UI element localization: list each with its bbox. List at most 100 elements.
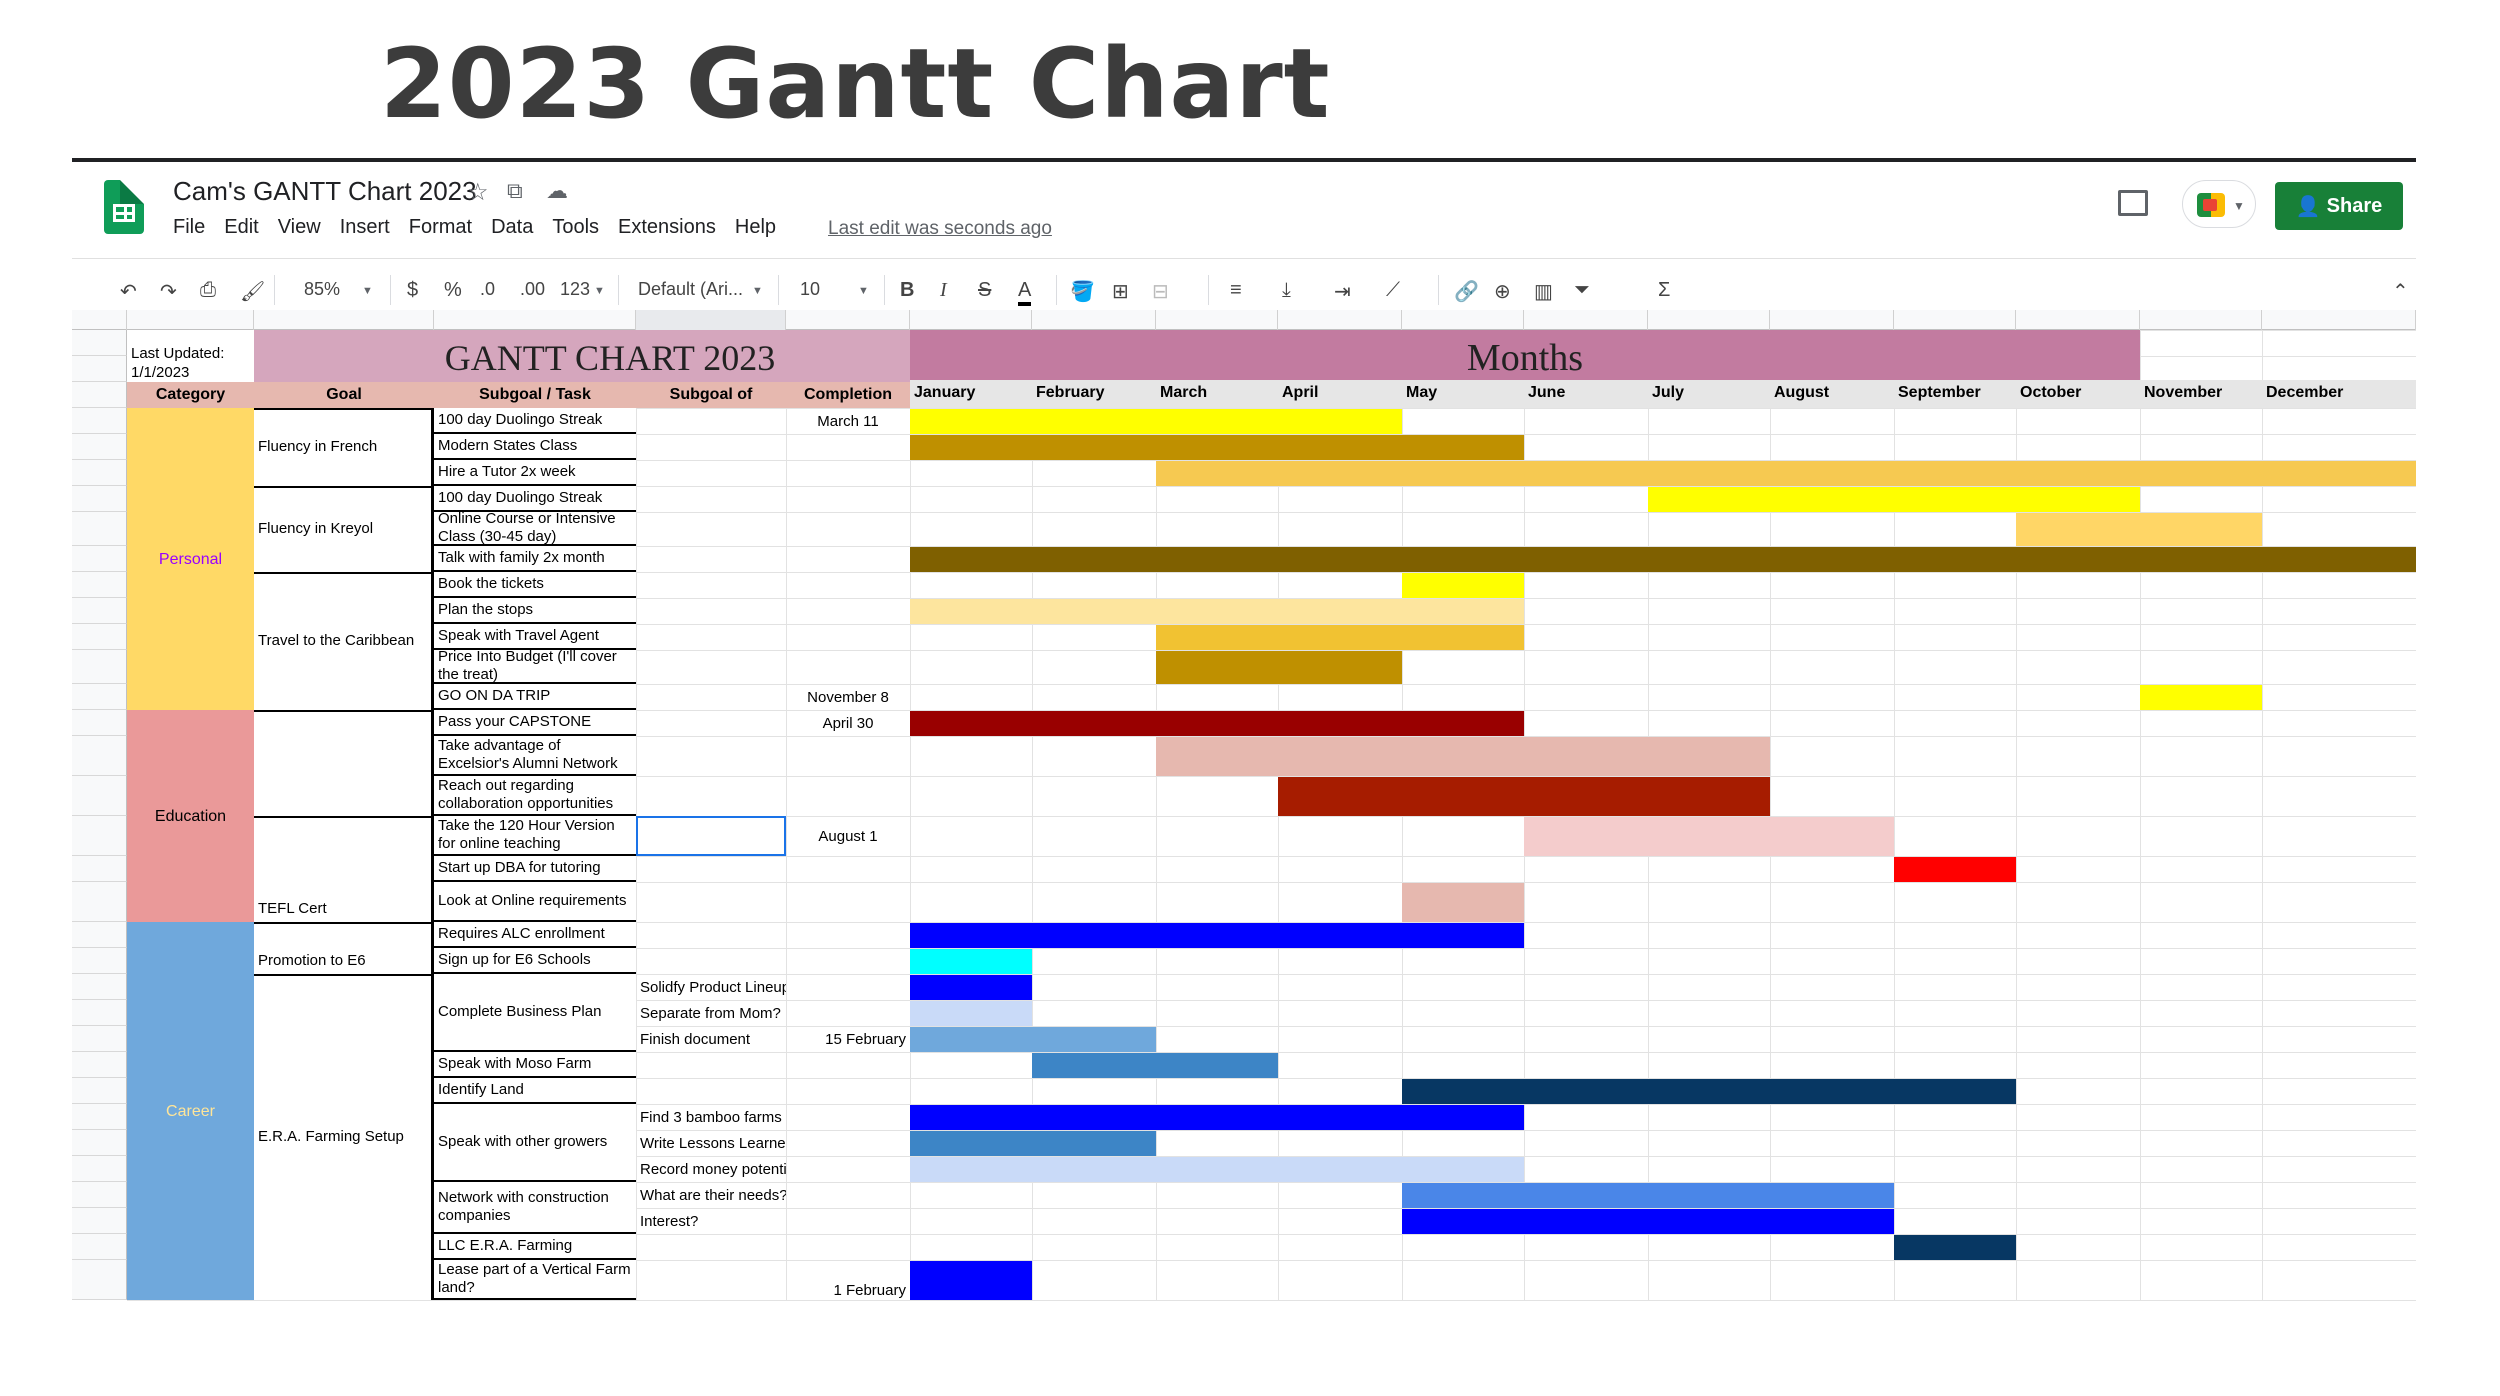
gantt-bar-row-8[interactable]	[2016, 513, 2262, 546]
column-header-j[interactable]	[1402, 310, 1524, 330]
gantt-bar-row-27[interactable]	[1402, 1079, 2016, 1104]
column-header-b[interactable]	[254, 310, 434, 330]
row-header-9[interactable]	[72, 546, 127, 572]
gantt-bar-row-19[interactable]	[1894, 857, 2016, 882]
gantt-bar-row-16[interactable]	[1156, 737, 1770, 776]
fill-color-icon[interactable]: 🪣	[1070, 279, 1095, 304]
menu-edit[interactable]: Edit	[224, 216, 258, 239]
row-header-23[interactable]	[72, 974, 127, 1000]
insert-chart-icon[interactable]: ▥	[1534, 279, 1553, 304]
menu-extensions[interactable]: Extensions	[618, 216, 716, 239]
merge-cells-icon[interactable]: ⊟	[1152, 279, 1169, 304]
print-icon[interactable]: ⎙	[200, 279, 216, 302]
column-header-o[interactable]	[2016, 310, 2140, 330]
row-header-20[interactable]	[72, 882, 127, 922]
gantt-bar-row-11[interactable]	[910, 599, 1524, 624]
bold-button[interactable]: B	[900, 279, 914, 302]
row-header-16[interactable]	[72, 736, 127, 776]
collapse-toolbar-icon[interactable]: ⌃	[2392, 279, 2409, 304]
column-header-q[interactable]	[2262, 310, 2416, 330]
insert-link-icon[interactable]: 🔗	[1454, 279, 1479, 304]
column-header-p[interactable]	[2140, 310, 2262, 330]
formats-caret-icon[interactable]: ▼	[594, 285, 605, 297]
column-header-f[interactable]	[910, 310, 1032, 330]
column-header-i[interactable]	[1278, 310, 1402, 330]
menu-tools[interactable]: Tools	[552, 216, 599, 239]
gantt-bar-row-24[interactable]	[910, 1001, 1032, 1026]
horizontal-align-icon[interactable]: ≡	[1230, 279, 1242, 302]
text-color-button[interactable]: A	[1018, 279, 1032, 306]
font-caret-icon[interactable]: ▼	[752, 285, 763, 297]
font-select[interactable]: Default (Ari...	[638, 279, 743, 300]
functions-button[interactable]: Σ	[1658, 279, 1670, 302]
row-header-14[interactable]	[72, 684, 127, 710]
filter-icon[interactable]: ⏷	[1574, 279, 1590, 302]
row-header-18[interactable]	[72, 816, 127, 856]
more-formats-button[interactable]: 123	[560, 279, 590, 300]
decrease-decimal-button[interactable]: .0	[480, 279, 495, 300]
row-header-25[interactable]	[72, 1026, 127, 1052]
insert-comment-icon[interactable]: ⊕	[1494, 279, 1511, 304]
gantt-bar-row-9[interactable]	[910, 547, 2416, 572]
gantt-bar-row-17[interactable]	[1278, 777, 1770, 816]
column-header-d[interactable]	[636, 310, 786, 330]
gantt-bar-row-34[interactable]	[910, 1261, 1032, 1300]
borders-icon[interactable]: ⊞	[1112, 279, 1129, 304]
row-header-15[interactable]	[72, 710, 127, 736]
row-header-2[interactable]	[72, 356, 127, 382]
gantt-bar-row-32[interactable]	[1402, 1209, 1894, 1234]
row-header-21[interactable]	[72, 922, 127, 948]
column-header-n[interactable]	[1894, 310, 2016, 330]
gantt-bar-row-33[interactable]	[1894, 1235, 2016, 1260]
row-header-12[interactable]	[72, 624, 127, 650]
select-all-corner[interactable]	[72, 310, 127, 330]
column-header-g[interactable]	[1032, 310, 1156, 330]
row-header-32[interactable]	[72, 1208, 127, 1234]
menu-help[interactable]: Help	[735, 216, 776, 239]
vertical-align-icon[interactable]: ⤓	[1282, 279, 1291, 302]
gantt-bar-row-12[interactable]	[1156, 625, 1524, 650]
menu-view[interactable]: View	[278, 216, 321, 239]
font-size-select[interactable]: 10	[800, 279, 820, 300]
star-icon[interactable]: ☆	[467, 178, 489, 207]
row-header-33[interactable]	[72, 1234, 127, 1260]
column-header-k[interactable]	[1524, 310, 1648, 330]
last-edit-link[interactable]: Last edit was seconds ago	[828, 218, 1052, 240]
row-header-4[interactable]	[72, 408, 127, 434]
redo-icon[interactable]: ↷	[160, 279, 177, 304]
gantt-bar-row-30[interactable]	[910, 1157, 1524, 1182]
row-header-17[interactable]	[72, 776, 127, 816]
zoom-select[interactable]: 85%	[304, 279, 340, 300]
increase-decimal-button[interactable]: .00	[520, 279, 545, 300]
italic-button[interactable]: I	[940, 279, 947, 302]
column-header-h[interactable]	[1156, 310, 1278, 330]
row-header-28[interactable]	[72, 1104, 127, 1130]
gantt-bar-row-10[interactable]	[1402, 573, 1524, 598]
gantt-bar-row-15[interactable]	[910, 711, 1524, 736]
gantt-bar-row-28[interactable]	[910, 1105, 1524, 1130]
row-header-19[interactable]	[72, 856, 127, 882]
sheets-logo-icon[interactable]	[104, 180, 144, 234]
strikethrough-button[interactable]: S	[978, 279, 991, 302]
undo-icon[interactable]: ↶	[120, 279, 137, 304]
row-header-7[interactable]	[72, 486, 127, 512]
row-header-29[interactable]	[72, 1130, 127, 1156]
row-header-6[interactable]	[72, 460, 127, 486]
paint-format-icon[interactable]: 🖌	[240, 279, 265, 304]
move-folder-icon[interactable]: ⧉	[507, 178, 523, 204]
gantt-bar-row-18[interactable]	[1524, 817, 1894, 856]
gantt-bar-row-13[interactable]	[1156, 651, 1402, 684]
text-wrap-icon[interactable]: ⇥	[1334, 279, 1351, 304]
gantt-bar-row-14[interactable]	[2140, 685, 2262, 710]
menu-insert[interactable]: Insert	[340, 216, 390, 239]
percent-button[interactable]: %	[444, 279, 462, 302]
row-header-11[interactable]	[72, 598, 127, 624]
row-header-8[interactable]	[72, 512, 127, 546]
cloud-status-icon[interactable]: ☁	[546, 178, 568, 204]
row-header-24[interactable]	[72, 1000, 127, 1026]
gantt-bar-row-22[interactable]	[910, 949, 1032, 974]
document-title[interactable]: Cam's GANTT Chart 2023	[173, 176, 477, 207]
row-header-1[interactable]	[72, 330, 127, 356]
row-header-30[interactable]	[72, 1156, 127, 1182]
gantt-bar-row-26[interactable]	[1032, 1053, 1278, 1078]
